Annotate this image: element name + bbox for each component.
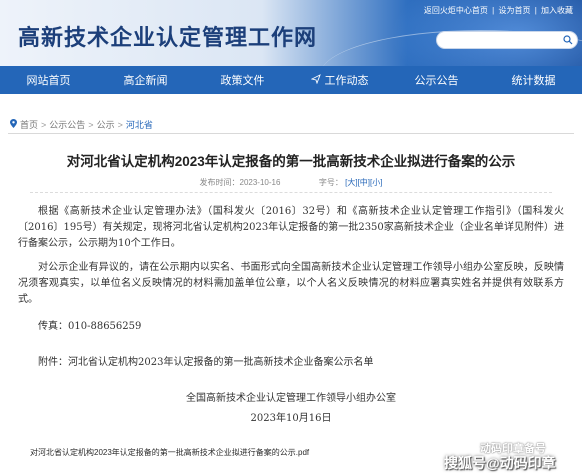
font-size-label: 字号： xyxy=(318,178,343,187)
top-links: 返回火炬中心首页 | 设为首页 | 加入收藏 xyxy=(423,5,574,16)
article-paragraph-1: 根据《高新技术企业认定管理办法》（国科发火〔2016〕32号）和《高新技术企业认… xyxy=(18,206,564,249)
nav-item-work-updates[interactable]: 工作动态 xyxy=(291,66,388,94)
article-meta: 发布时间：2023-10-16 字号： [大][中][小] xyxy=(0,177,582,188)
breadcrumb-home[interactable]: 首页 xyxy=(20,118,38,131)
nav-item-news[interactable]: 高企新闻 xyxy=(97,66,194,94)
attachment-pdf-link[interactable]: 对河北省认定机构2023年认定报备的第一批高新技术企业拟进行备案的公示.pdf xyxy=(30,447,309,458)
nav-item-label: 工作动态 xyxy=(324,75,369,87)
nav-item-label: 政策文件 xyxy=(220,75,265,87)
article-paragraph-2: 对公示企业有异议的，请在公示期内以实名、书面形式向全国高新技术企业认定管理工作领… xyxy=(18,262,564,305)
breadcrumb-separator: > xyxy=(117,119,123,130)
nav-item-statistics[interactable]: 统计数据 xyxy=(485,66,582,94)
search-box xyxy=(436,31,578,50)
signature-date: 2023年10月16日 xyxy=(250,413,332,424)
font-size-small[interactable]: [小] xyxy=(370,178,382,187)
breadcrumb-hebei[interactable]: 河北省 xyxy=(126,118,153,131)
meta-divider xyxy=(30,192,552,193)
main-nav: 网站首页 高企新闻 政策文件 工作动态 公示公告 统计数据 xyxy=(0,66,582,94)
nav-item-label: 网站首页 xyxy=(26,75,71,87)
top-link-add-favorite[interactable]: 加入收藏 xyxy=(541,6,573,15)
nav-item-label: 高企新闻 xyxy=(123,75,168,87)
site-header: 高新技术企业认定管理工作网 返回火炬中心首页 | 设为首页 | 加入收藏 xyxy=(0,0,582,66)
breadcrumb-divider xyxy=(8,133,574,134)
top-link-separator: | xyxy=(534,6,537,15)
signature-office: 全国高新技术企业认定管理工作领导小组办公室 xyxy=(186,393,396,404)
watermark: 动码印章备号 搜狐号@动码印章 xyxy=(440,440,582,473)
breadcrumb-notice[interactable]: 公示 xyxy=(97,118,115,131)
font-size-large[interactable]: [大] xyxy=(345,178,357,187)
nav-item-label: 统计数据 xyxy=(511,75,556,87)
top-link-separator: | xyxy=(492,6,495,15)
top-link-set-homepage[interactable]: 设为首页 xyxy=(498,6,530,15)
top-link-home[interactable]: 返回火炬中心首页 xyxy=(424,6,488,15)
article-title: 对河北省认定机构2023年认定报备的第一批高新技术企业拟进行备案的公示 xyxy=(66,154,516,169)
publish-date-label: 发布时间： xyxy=(199,178,240,187)
nav-item-label: 公示公告 xyxy=(414,75,459,87)
breadcrumb-announcements[interactable]: 公示公告 xyxy=(49,118,85,131)
location-pin-icon xyxy=(10,119,17,130)
breadcrumb-separator: > xyxy=(41,119,47,130)
attachment-note: 附件：河北省认定机构2023年认定报备的第一批高新技术企业备案公示名单 xyxy=(38,357,374,368)
search-input[interactable] xyxy=(445,34,565,50)
contact-fax: 传真：010-88656259 xyxy=(38,321,142,332)
nav-item-policy[interactable]: 政策文件 xyxy=(194,66,291,94)
breadcrumb: 首页 > 公示公告 > 公示 > 河北省 xyxy=(10,118,153,131)
font-size-medium[interactable]: [中] xyxy=(358,178,370,187)
search-icon[interactable] xyxy=(563,35,573,45)
breadcrumb-separator: > xyxy=(88,119,94,130)
paper-plane-icon xyxy=(310,73,321,87)
watermark-line2: 搜狐号@动码印章 xyxy=(444,455,556,471)
nav-item-announcements[interactable]: 公示公告 xyxy=(388,66,485,94)
publish-date: 2023-10-16 xyxy=(239,178,281,187)
nav-item-home[interactable]: 网站首页 xyxy=(0,66,97,94)
site-title[interactable]: 高新技术企业认定管理工作网 xyxy=(18,20,317,52)
